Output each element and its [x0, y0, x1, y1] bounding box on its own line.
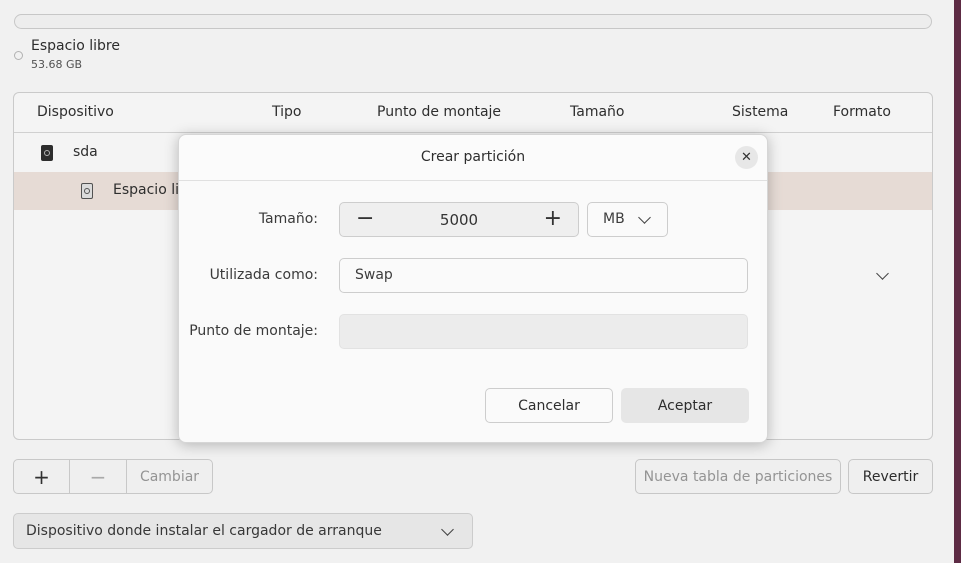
size-unit-select[interactable]: MB: [587, 202, 668, 237]
dialog-header: Crear partición ✕: [179, 135, 767, 181]
use-as-label: Utilizada como:: [209, 267, 318, 283]
mount-point-input[interactable]: [339, 314, 748, 349]
size-unit-value: MB: [603, 211, 625, 227]
size-stepper: − 5000 +: [339, 202, 579, 237]
cancel-button[interactable]: Cancelar: [485, 388, 613, 423]
close-button[interactable]: ✕: [735, 146, 758, 169]
create-partition-dialog: Crear partición ✕ Tamaño: − 5000 + MB Ut…: [178, 134, 889, 443]
increment-button[interactable]: +: [544, 206, 562, 231]
use-as-select[interactable]: Swap: [339, 258, 889, 293]
accept-button[interactable]: Aceptar: [621, 388, 749, 423]
desktop-background-edge: [954, 0, 961, 563]
size-label: Tamaño:: [258, 211, 318, 227]
close-icon: ✕: [741, 150, 752, 165]
size-input[interactable]: 5000: [340, 211, 578, 229]
dialog-title: Crear partición: [420, 149, 526, 165]
use-as-value: Swap: [355, 267, 393, 283]
chevron-down-icon: [638, 211, 651, 224]
mount-point-label: Punto de montaje:: [189, 323, 318, 339]
